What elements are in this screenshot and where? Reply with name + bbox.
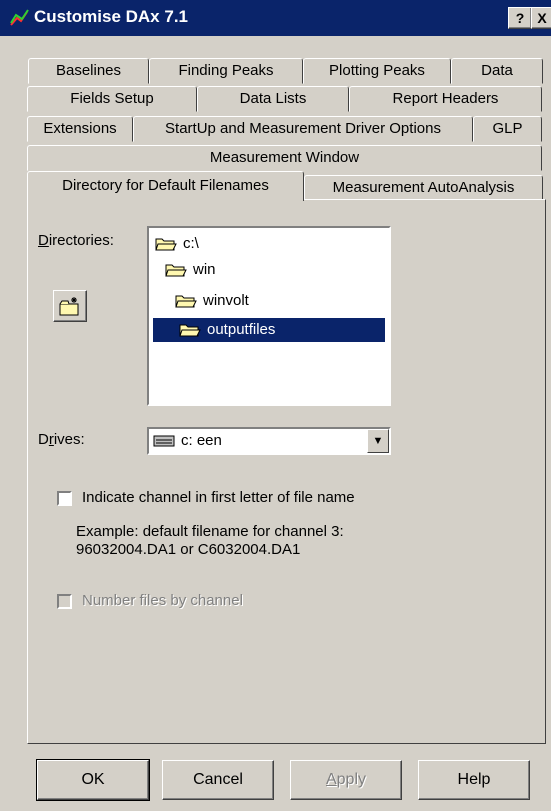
example-text-line1: Example: default filename for channel 3: bbox=[76, 523, 344, 540]
cancel-button[interactable]: Cancel bbox=[162, 760, 274, 800]
new-folder-icon bbox=[59, 297, 79, 316]
tab-measurement-autoanalysis[interactable]: Measurement AutoAnalysis bbox=[304, 175, 543, 201]
list-item-selected[interactable]: outputfiles bbox=[153, 318, 385, 342]
help-title-button[interactable]: ? bbox=[508, 7, 532, 29]
ok-button[interactable]: OK bbox=[36, 759, 150, 801]
tab-startup-driver-options[interactable]: StartUp and Measurement Driver Options bbox=[133, 116, 473, 142]
window-title: Customise DAx 7.1 bbox=[34, 7, 188, 26]
tab-report-headers[interactable]: Report Headers bbox=[349, 86, 542, 112]
help-icon: ? bbox=[515, 10, 525, 26]
close-title-button[interactable]: X bbox=[531, 7, 551, 29]
open-folder-icon bbox=[175, 295, 197, 308]
open-folder-icon bbox=[179, 324, 201, 337]
directories-label: Directories: bbox=[38, 232, 114, 249]
tab-plotting-peaks[interactable]: Plotting Peaks bbox=[303, 58, 451, 84]
tab-measurement-window[interactable]: Measurement Window bbox=[27, 145, 542, 171]
open-folder-icon bbox=[155, 238, 177, 251]
drives-select[interactable]: c: een ▼ bbox=[147, 427, 391, 455]
list-item[interactable]: win bbox=[165, 258, 216, 282]
indicate-channel-checkbox[interactable] bbox=[57, 491, 72, 506]
tab-extensions[interactable]: Extensions bbox=[27, 116, 133, 142]
tab-finding-peaks[interactable]: Finding Peaks bbox=[149, 58, 303, 84]
close-icon: X bbox=[537, 10, 547, 26]
new-folder-button[interactable] bbox=[53, 290, 87, 322]
tab-data-lists[interactable]: Data Lists bbox=[197, 86, 349, 112]
help-button[interactable]: Help bbox=[418, 760, 530, 800]
chevron-down-icon: ▼ bbox=[372, 435, 384, 447]
tab-fields-setup[interactable]: Fields Setup bbox=[27, 86, 197, 112]
number-files-label: Number files by channel bbox=[82, 592, 243, 609]
indicate-channel-label: Indicate channel in first letter of file… bbox=[82, 489, 355, 506]
app-icon bbox=[10, 9, 29, 26]
tab-baselines[interactable]: Baselines bbox=[28, 58, 149, 84]
list-item[interactable]: c:\ bbox=[155, 232, 199, 256]
apply-button: Apply bbox=[290, 760, 402, 800]
title-bar: Customise DAx 7.1 ? X bbox=[0, 0, 551, 36]
tab-data[interactable]: Data bbox=[451, 58, 543, 84]
drives-label: Drives: bbox=[38, 431, 85, 448]
tab-directory-default-filenames[interactable]: Directory for Default Filenames bbox=[27, 171, 304, 201]
drive-icon bbox=[153, 435, 175, 447]
example-text-line2: 96032004.DA1 or C6032004.DA1 bbox=[76, 541, 301, 558]
open-folder-icon bbox=[165, 264, 187, 277]
tab-glp[interactable]: GLP bbox=[473, 116, 542, 142]
drive-value: c: een bbox=[181, 432, 222, 449]
directories-list[interactable]: c:\ win winvolt outputfiles bbox=[147, 226, 391, 406]
number-files-checkbox bbox=[57, 594, 72, 609]
list-item[interactable]: winvolt bbox=[175, 289, 249, 313]
dropdown-button[interactable]: ▼ bbox=[367, 429, 389, 453]
